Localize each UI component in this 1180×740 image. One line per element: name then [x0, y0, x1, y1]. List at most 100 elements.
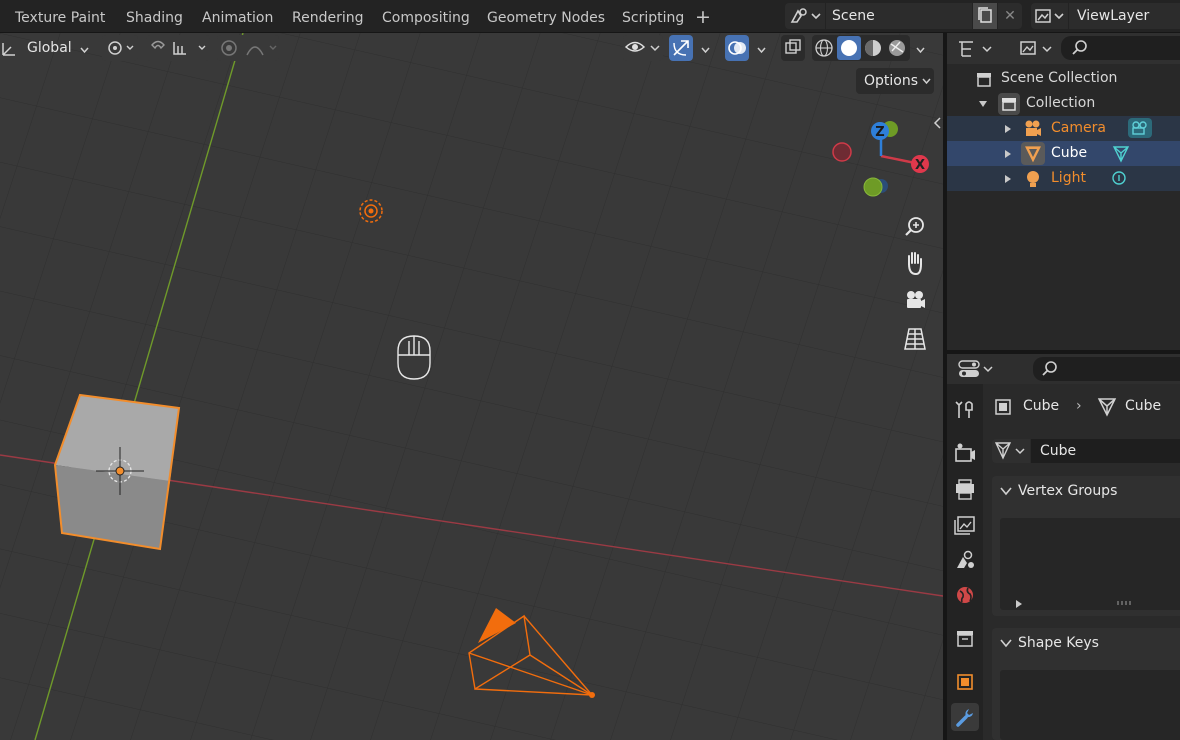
list-expand-icon[interactable] — [1016, 600, 1022, 608]
vertex-groups-title[interactable]: Vertex Groups — [1018, 476, 1117, 506]
scene-name-field[interactable]: Scene — [826, 3, 972, 29]
list-resize-handle[interactable] — [1116, 600, 1132, 606]
3d-viewport[interactable]: X Z Global Options — [0, 33, 943, 740]
view-layer-icon — [1035, 9, 1064, 23]
shape-keys-panel: Shape Keys — [992, 628, 1180, 740]
pan-button[interactable] — [899, 247, 931, 279]
snap-magnet-icon — [151, 40, 206, 55]
wrench-icon — [956, 709, 973, 727]
expand-toggle-icon[interactable] — [979, 101, 987, 107]
toggle-xray-button[interactable] — [781, 35, 805, 61]
world-tab[interactable] — [951, 581, 979, 609]
collection-icon — [957, 631, 973, 647]
collection-tab[interactable] — [951, 625, 979, 653]
output-tab[interactable] — [951, 476, 979, 504]
vertex-groups-list[interactable] — [1000, 518, 1180, 610]
snapping-button[interactable] — [146, 35, 210, 61]
outliner-header — [947, 33, 1180, 64]
view-layer-selector-button[interactable] — [1031, 3, 1068, 29]
render-tab[interactable] — [951, 440, 979, 468]
expand-toggle-icon[interactable] — [1005, 150, 1011, 158]
chevron-down-icon — [80, 47, 89, 54]
light-object-icon — [1027, 171, 1039, 187]
add-workspace-button[interactable]: + — [694, 5, 712, 29]
sidebar-toggle-icon[interactable] — [932, 117, 942, 129]
panel-collapse-icon[interactable] — [1000, 485, 1012, 497]
scene-selector-button[interactable] — [785, 3, 825, 29]
workspace-tab-compositing[interactable]: Compositing — [382, 7, 470, 29]
outliner-row-collection[interactable]: Collection — [947, 91, 1180, 116]
gizmo-negative-y[interactable] — [863, 177, 883, 197]
grid-perspective-icon — [904, 328, 926, 350]
camera-view-button[interactable] — [899, 285, 931, 317]
expand-toggle-icon[interactable] — [1005, 125, 1011, 133]
view-layer-name-field[interactable]: ViewLayer — [1069, 3, 1180, 29]
scene-collection-icon — [977, 73, 991, 87]
outliner-row-cube[interactable]: Cube — [947, 141, 1180, 166]
transform-orientation-dropdown[interactable]: Global — [27, 35, 72, 61]
workspace-tab-scripting[interactable]: Scripting — [622, 7, 684, 29]
gizmo-icon — [673, 40, 689, 56]
shape-keys-title[interactable]: Shape Keys — [1018, 628, 1099, 658]
object-tab[interactable] — [951, 668, 979, 696]
expand-toggle-icon[interactable] — [1005, 175, 1011, 183]
show-overlays-button[interactable] — [725, 35, 749, 61]
view-layer-icon — [954, 516, 975, 535]
search-icon — [1072, 40, 1087, 55]
shape-keys-list[interactable] — [1000, 670, 1180, 740]
light-data-icon[interactable] — [1109, 169, 1129, 189]
outliner-row-light[interactable]: Light — [947, 166, 1180, 191]
workspace-tab-texture-paint[interactable]: Texture Paint — [15, 7, 105, 29]
show-gizmo-button[interactable] — [669, 35, 693, 61]
perspective-toggle-button[interactable] — [899, 323, 931, 355]
workspace-tab-geometry-nodes[interactable]: Geometry Nodes — [487, 7, 605, 29]
workspace-tab-rendering[interactable]: Rendering — [292, 7, 364, 29]
object-visibility-button[interactable] — [623, 35, 663, 61]
scene-tab[interactable] — [951, 546, 979, 574]
panel-collapse-icon[interactable] — [1000, 637, 1012, 649]
pivot-point-button[interactable] — [102, 35, 138, 61]
camera-object-label: Camera — [1051, 120, 1106, 136]
editor-type-button[interactable] — [957, 358, 997, 380]
cube-object-label: Cube — [1051, 145, 1088, 161]
remove-scene-button[interactable]: ✕ — [998, 3, 1022, 29]
chevron-down-icon[interactable] — [757, 46, 766, 55]
mesh-data-icon[interactable] — [1111, 144, 1131, 164]
overlays-icon — [728, 41, 746, 55]
workspace-tab-animation[interactable]: Animation — [202, 7, 273, 29]
gizmo-z-label: Z — [875, 125, 884, 140]
zoom-button[interactable] — [899, 210, 931, 242]
object-origin — [115, 466, 125, 476]
display-mode-button[interactable] — [955, 37, 999, 61]
outliner-row-camera[interactable]: Camera — [947, 116, 1180, 141]
world-icon — [957, 587, 973, 603]
options-dropdown[interactable]: Options — [856, 68, 934, 94]
modifier-tab[interactable] — [951, 703, 979, 731]
chevron-down-icon[interactable] — [701, 46, 710, 55]
tool-icon — [955, 401, 973, 418]
new-scene-button[interactable] — [973, 3, 997, 29]
chevron-down-icon[interactable] — [916, 46, 925, 55]
mesh-object-icon — [1021, 142, 1045, 165]
eye-icon — [624, 41, 660, 52]
collection-icon — [998, 93, 1020, 115]
camera-data-icon[interactable] — [1127, 117, 1153, 139]
view-layer-tab[interactable] — [951, 511, 979, 539]
tool-tab[interactable] — [951, 396, 979, 424]
gizmo-negative-x[interactable] — [832, 142, 852, 162]
gizmo-x-label: X — [915, 158, 925, 173]
vertex-groups-panel: Vertex Groups — [992, 476, 1180, 616]
chevron-down-icon — [922, 78, 931, 85]
filter-button[interactable] — [1017, 37, 1057, 61]
properties-header — [947, 354, 1180, 384]
outliner-row-scene-collection[interactable]: Scene Collection — [947, 66, 1180, 91]
outliner-panel: Scene Collection Collection Camera Cube … — [947, 33, 1180, 350]
outliner-search-input[interactable] — [1061, 36, 1180, 60]
mesh-name-field[interactable]: Cube — [1031, 439, 1180, 463]
mesh-datablock-browse-button[interactable] — [992, 439, 1030, 463]
cube-object[interactable] — [53, 393, 181, 551]
properties-search-input[interactable] — [1033, 357, 1180, 381]
proportional-editing-button[interactable] — [217, 35, 279, 61]
workspace-tab-shading[interactable]: Shading — [126, 7, 183, 29]
viewport-scene[interactable]: X Z — [0, 33, 943, 740]
